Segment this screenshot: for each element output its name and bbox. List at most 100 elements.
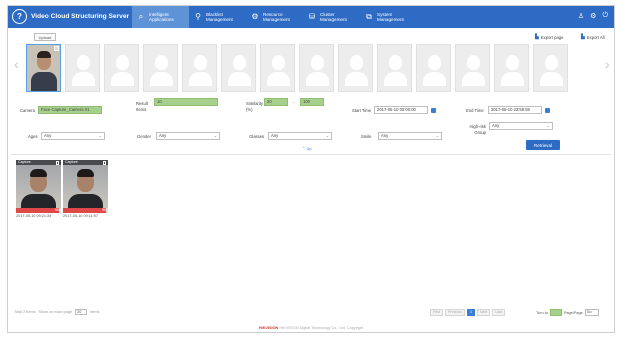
per-page-label: Show on each page xyxy=(38,310,73,314)
silhouette-body xyxy=(306,72,329,86)
upload-button[interactable]: Upload xyxy=(34,33,56,41)
empty-face-slot[interactable] xyxy=(377,44,412,92)
checkbox-icon[interactable] xyxy=(55,161,59,165)
empty-face-slot[interactable] xyxy=(533,44,568,92)
per-page-select[interactable]: 20 xyxy=(75,309,88,315)
empty-face-slot[interactable] xyxy=(455,44,490,92)
camera-label: Camera xyxy=(20,108,35,113)
high-risk-label: High-risk Group xyxy=(469,124,486,135)
ages-select[interactable]: Any ⌄ xyxy=(41,132,105,140)
export-icon: ▙ xyxy=(535,34,539,40)
page-label: Page/Page xyxy=(563,310,583,315)
goto-page-input[interactable] xyxy=(549,309,562,316)
silhouette-icon xyxy=(389,55,402,70)
glasses-select[interactable]: Any ⌄ xyxy=(268,132,332,140)
settings-icon[interactable]: ⚙ xyxy=(590,12,596,20)
calendar-icon[interactable] xyxy=(431,107,436,113)
similarity-max-field[interactable]: 100 xyxy=(300,98,324,106)
carousel-prev-icon[interactable]: ‹ xyxy=(14,56,19,72)
nav-system-management[interactable]: ⧉ System Management xyxy=(360,6,417,28)
face-carousel xyxy=(26,44,568,92)
empty-face-slot[interactable] xyxy=(299,44,334,92)
glasses-label: Glasses xyxy=(249,134,265,139)
photo-hair xyxy=(77,169,94,177)
silhouette-icon xyxy=(116,55,129,70)
uploaded-face-thumbnail[interactable] xyxy=(26,44,61,92)
silhouette-body xyxy=(228,72,251,86)
camera-field[interactable]: Face Capture_Camera 01 xyxy=(38,106,102,114)
empty-face-slot[interactable] xyxy=(182,44,217,92)
nav-resource-management[interactable]: ⚙ Resource Management xyxy=(246,6,303,28)
ages-label: Ages xyxy=(28,134,38,139)
nav-label: System Management xyxy=(377,11,404,22)
start-time-field[interactable]: 2017-05-10 00:00:00 xyxy=(374,106,428,114)
similarity-min-field[interactable]: 20 xyxy=(264,98,288,106)
empty-face-slot[interactable] xyxy=(260,44,295,92)
result-items-field[interactable]: 10 xyxy=(154,98,218,106)
last-page-button[interactable]: Last xyxy=(492,309,506,316)
high-risk-select[interactable]: Any ⌄ xyxy=(489,122,553,130)
empty-face-slot[interactable] xyxy=(104,44,139,92)
silhouette-body xyxy=(540,72,563,86)
calendar-icon[interactable] xyxy=(545,107,550,113)
pagination-summary: Total 2 Items Show on each page 20 Items xyxy=(14,309,99,315)
empty-face-slot[interactable] xyxy=(143,44,178,92)
export-all-button[interactable]: ▙ Export All xyxy=(581,34,605,40)
retrieval-button[interactable]: Retrieval xyxy=(526,140,560,150)
nav-label: Resource Management xyxy=(263,11,290,22)
silhouette-icon xyxy=(77,55,90,70)
turn-to-label: Turn to xyxy=(536,310,548,315)
goto-button[interactable]: Go xyxy=(584,309,599,316)
pager: First Previous 1 Next Last xyxy=(430,309,506,316)
silhouette-icon xyxy=(350,55,363,70)
divider xyxy=(11,154,611,155)
smile-select[interactable]: Any ⌄ xyxy=(378,132,442,140)
gender-select[interactable]: Any ⌄ xyxy=(156,132,220,140)
silhouette-icon xyxy=(428,55,441,70)
silhouette-body xyxy=(72,72,95,86)
end-time-label: End Time xyxy=(466,108,484,113)
result-card[interactable]: Capture 96 2017-05-10 09:21:34 xyxy=(16,160,61,218)
export-page-button[interactable]: ▙ Export page xyxy=(535,34,563,40)
empty-face-slot[interactable] xyxy=(221,44,256,92)
similarity-fill xyxy=(16,208,60,213)
app-title: Video Cloud Structuring Server xyxy=(31,13,130,20)
first-page-button[interactable]: First xyxy=(430,309,443,316)
silhouette-icon xyxy=(155,55,168,70)
logout-icon[interactable]: ⏻ xyxy=(602,12,608,20)
similarity-fill xyxy=(63,208,107,213)
silhouette-body xyxy=(501,72,524,86)
empty-face-slot[interactable] xyxy=(338,44,373,92)
empty-face-slot[interactable] xyxy=(416,44,451,92)
silhouette-body xyxy=(423,72,446,86)
photo-hair xyxy=(37,51,51,58)
empty-face-slot[interactable] xyxy=(494,44,529,92)
user-icon[interactable]: ♙ xyxy=(578,12,584,20)
range-dash: - xyxy=(293,100,295,105)
silhouette-body xyxy=(150,72,173,86)
current-page-button[interactable]: 1 xyxy=(466,309,475,316)
result-card[interactable]: Capture 96 2017-05-10 09:11:57 xyxy=(63,160,108,218)
silhouette-body xyxy=(462,72,485,86)
brand-logo: HIKVISION xyxy=(258,326,279,330)
next-page-button[interactable]: Next xyxy=(476,309,491,316)
end-time-field[interactable]: 2017-05-10 23:59:59 xyxy=(488,106,542,114)
carousel-next-icon[interactable]: › xyxy=(605,56,610,72)
items-label: Items xyxy=(90,310,100,314)
search-icon: ⌕ xyxy=(138,12,144,22)
checkbox-icon[interactable] xyxy=(102,161,106,165)
nav-intelligent-applications[interactable]: ⌕ Intelligent Applications xyxy=(132,6,189,28)
silhouette-body xyxy=(111,72,134,86)
silhouette-icon xyxy=(272,55,285,70)
nav-blacklist-management[interactable]: ⚲ Blacklist Management xyxy=(189,6,246,28)
collapse-toggle[interactable]: ⌃ Up xyxy=(302,146,312,151)
similarity-value: 96 xyxy=(102,208,106,212)
prev-page-button[interactable]: Previous xyxy=(445,309,465,316)
nav-cluster-management[interactable]: ⛁ Cluster Management xyxy=(303,6,360,28)
silhouette-icon xyxy=(311,55,324,70)
empty-face-slot[interactable] xyxy=(65,44,100,92)
photo-body xyxy=(31,72,57,91)
checkbox-icon[interactable] xyxy=(54,46,59,51)
top-nav-bar: ? Video Cloud Structuring Server ⌕ Intel… xyxy=(8,6,614,28)
high-risk-value: Any xyxy=(492,123,500,128)
